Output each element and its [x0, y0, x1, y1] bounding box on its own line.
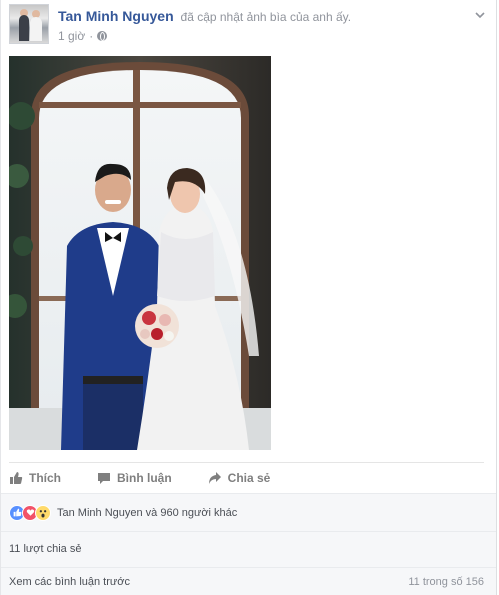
post-actions-bar: Thích Bình luận Chia sẻ: [9, 462, 484, 492]
like-button-label: Thích: [29, 470, 61, 485]
chevron-down-icon[interactable]: [474, 10, 486, 20]
shares-count[interactable]: 11 lượt chia sẻ: [1, 531, 496, 567]
thumbs-up-icon: [10, 471, 23, 484]
globe-icon[interactable]: [97, 31, 108, 41]
share-icon: [208, 471, 221, 484]
post-headline: Tan Minh Nguyen đã cập nhật ảnh bìa của …: [58, 8, 351, 24]
author-name-link[interactable]: Tan Minh Nguyen: [58, 8, 174, 24]
reactions-text[interactable]: Tan Minh Nguyen và 960 người khác: [57, 507, 237, 519]
comment-icon: [98, 472, 110, 484]
post-header: Tan Minh Nguyen đã cập nhật ảnh bìa của …: [9, 4, 488, 48]
like-button[interactable]: Thích: [9, 471, 61, 485]
share-button-label: Chia sẻ: [227, 470, 271, 485]
shares-count-label[interactable]: 11 lượt chia sẻ: [9, 543, 81, 555]
comments-pager: Xem các bình luận trước 11 trong số 156: [1, 567, 496, 595]
comment-button[interactable]: Bình luận: [97, 471, 172, 485]
comments-count: 11 trong số 156: [408, 576, 484, 588]
feed-post: Tan Minh Nguyen đã cập nhật ảnh bìa của …: [0, 0, 497, 595]
wow-react-icon: [35, 504, 51, 521]
cover-photo[interactable]: [9, 56, 271, 450]
avatar[interactable]: [9, 4, 49, 44]
meta-separator: ·: [89, 29, 94, 43]
post-action-text: đã cập nhật ảnh bìa của anh ấy.: [180, 10, 352, 24]
share-button[interactable]: Chia sẻ: [208, 470, 271, 485]
reactions-summary[interactable]: Tan Minh Nguyen và 960 người khác: [1, 493, 496, 531]
post-timestamp[interactable]: 1 giờ: [58, 29, 85, 43]
comment-button-label: Bình luận: [117, 470, 172, 485]
post-meta: 1 giờ ·: [58, 29, 108, 43]
view-previous-comments-link[interactable]: Xem các bình luận trước: [9, 576, 130, 588]
